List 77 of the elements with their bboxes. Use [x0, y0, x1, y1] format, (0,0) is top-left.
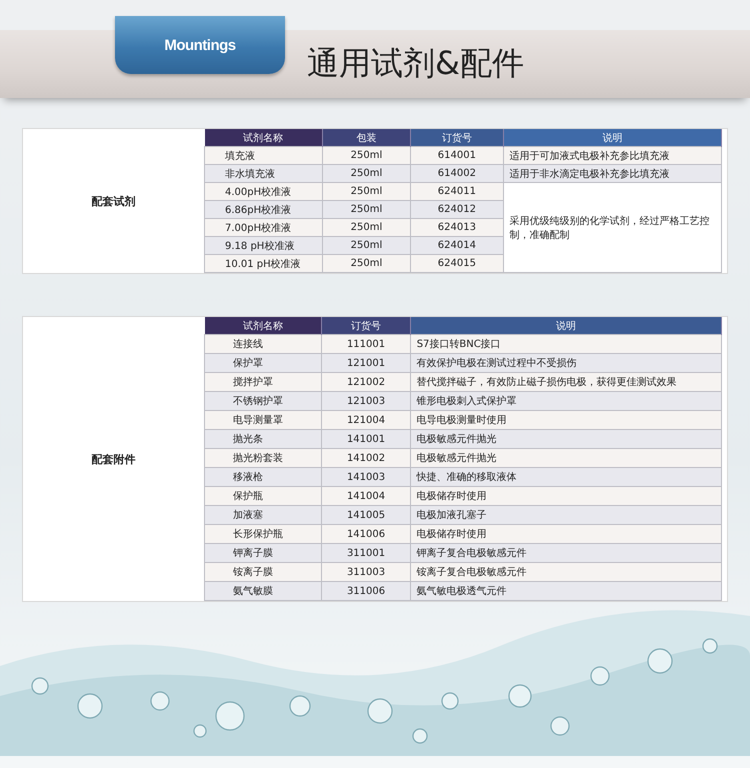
table-cell: 141005 [322, 506, 410, 524]
column-header: 订货号 [410, 129, 504, 146]
table-cell: 250ml [322, 200, 411, 218]
table-cell: 141001 [322, 430, 410, 448]
table-cell: S7接口转BNC接口 [410, 334, 722, 354]
table-cell: 移液枪 [204, 468, 322, 486]
table-cell: 非水填充液 [204, 164, 322, 182]
table-cell: 电极敏感元件抛光 [410, 430, 722, 448]
column-header: 包装 [322, 129, 411, 146]
table-cell: 250ml [322, 146, 411, 164]
table-cell: 614001 [410, 146, 504, 164]
column-header: 试剂名称 [204, 317, 322, 334]
table-cell: 111001 [322, 334, 410, 354]
table-cell: 电极储存时使用 [410, 486, 722, 506]
table-cell: 10.01 pH校准液 [204, 254, 322, 272]
column-header: 试剂名称 [204, 129, 322, 146]
section-label: 配套试剂 [90, 194, 136, 210]
table-cell: 填充液 [204, 146, 322, 164]
table-cell: 铵离子膜 [204, 562, 322, 582]
table-cell: 4.00pH校准液 [204, 182, 322, 200]
table-cell: 121004 [322, 410, 410, 430]
table-cell: 锥形电极刺入式保护罩 [410, 392, 722, 410]
table-cell: 121002 [322, 372, 410, 392]
table-cell: 电极储存时使用 [410, 524, 722, 544]
table-cell: 250ml [322, 218, 411, 236]
column-header: 说明 [410, 317, 722, 334]
column-header: 订货号 [322, 317, 410, 334]
table-cell: 适用于非水滴定电极补充参比填充液 [503, 164, 722, 182]
table-cell: 311001 [322, 544, 410, 562]
table-cell: 250ml [322, 182, 411, 200]
table-cell: 钾离子复合电极敏感元件 [410, 544, 722, 562]
table-cell: 加液塞 [204, 506, 322, 524]
table-cell: 250ml [322, 236, 411, 254]
table-cell: 141006 [322, 524, 410, 544]
table-cell: 有效保护电极在测试过程中不受损伤 [410, 354, 722, 372]
table-cell: 311003 [322, 562, 410, 582]
table-cell: 614002 [410, 164, 504, 182]
table-cell: 保护罩 [204, 354, 322, 372]
table-cell: 141004 [322, 486, 410, 506]
table-cell: 适用于可加液式电极补充参比填充液 [503, 146, 722, 164]
table-cell: 电极敏感元件抛光 [410, 448, 722, 468]
table-cell: 钾离子膜 [204, 544, 322, 562]
table-cell: 250ml [322, 254, 411, 272]
table-cell: 141002 [322, 448, 410, 468]
table-cell: 624011 [410, 182, 504, 200]
table-cell: 保护瓶 [204, 486, 322, 506]
column-header: 说明 [503, 129, 722, 146]
table-cell: 氨气敏电极透气元件 [410, 582, 722, 600]
table-cell: 氨气敏膜 [204, 582, 322, 600]
page-title: 通用试剂&配件 [307, 43, 524, 84]
table-cell: 250ml [322, 164, 411, 182]
table-cell: 连接线 [204, 334, 322, 354]
table-cell: 9.18 pH校准液 [204, 236, 322, 254]
table-cell: 121001 [322, 354, 410, 372]
table-cell: 搅拌护罩 [204, 372, 322, 392]
table-cell: 624012 [410, 200, 504, 218]
section-label: 配套附件 [90, 452, 136, 468]
table-cell: 624014 [410, 236, 504, 254]
table-cell: 624013 [410, 218, 504, 236]
table-cell: 电导电极测量时使用 [410, 410, 722, 430]
table-cell: 6.86pH校准液 [204, 200, 322, 218]
table-cell: 141003 [322, 468, 410, 486]
table-cell: 抛光粉套装 [204, 448, 322, 468]
table-cell: 7.00pH校准液 [204, 218, 322, 236]
table-cell: 电导测量罩 [204, 410, 322, 430]
table-cell: 不锈钢护罩 [204, 392, 322, 410]
table-cell: 抛光条 [204, 430, 322, 448]
table-cell: 采用优级纯级别的化学试剂，经过严格工艺控制，准确配制 [503, 182, 722, 272]
table-cell: 电极加液孔塞子 [410, 506, 722, 524]
table-cell: 替代搅拌磁子，有效防止磁子损伤电极，获得更佳测试效果 [410, 372, 722, 392]
table-cell: 铵离子复合电极敏感元件 [410, 562, 722, 582]
ribbon-label: Mountings [115, 16, 285, 74]
table-cell: 311006 [322, 582, 410, 600]
table-cell: 快捷、准确的移取液体 [410, 468, 722, 486]
table-cell: 121003 [322, 392, 410, 410]
table-cell: 624015 [410, 254, 504, 272]
table-cell: 长形保护瓶 [204, 524, 322, 544]
